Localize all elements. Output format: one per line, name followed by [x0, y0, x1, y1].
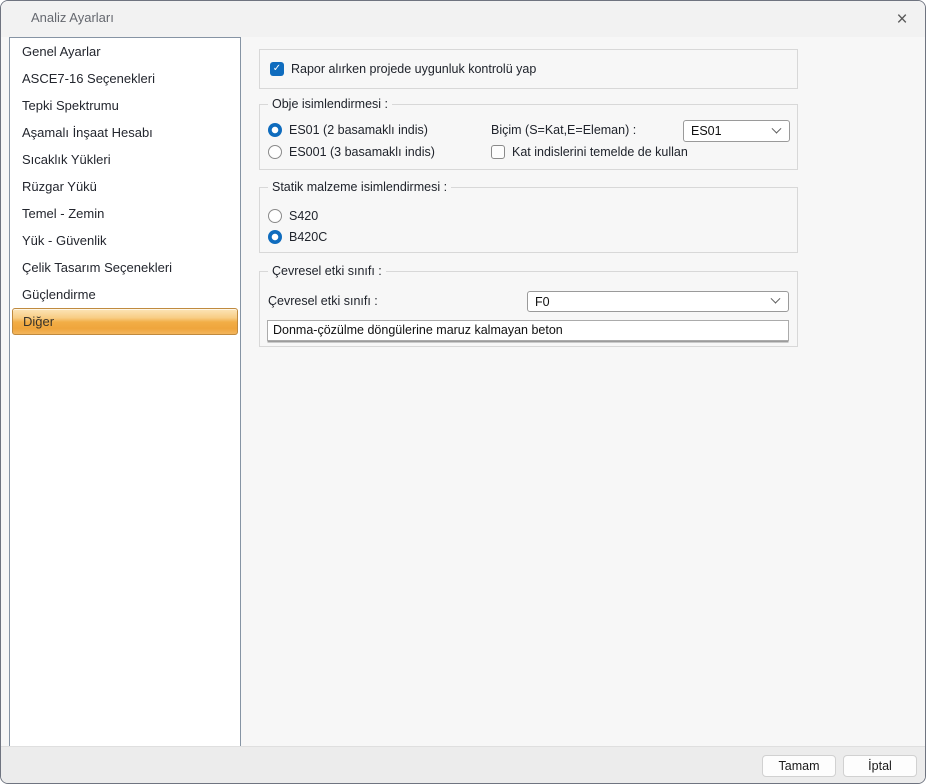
sidebar-item-asamali-insaat-hesabi[interactable]: Aşamalı İnşaat Hesabı — [10, 119, 240, 146]
cancel-button[interactable]: İptal — [843, 755, 917, 777]
sidebar-item-ruzgar-yuku[interactable]: Rüzgar Yükü — [10, 173, 240, 200]
foundation-check-row[interactable]: Kat indislerini temelde de kullan — [491, 145, 688, 159]
sidebar-item-asce716-secenekleri[interactable]: ASCE7-16 Seçenekleri — [10, 65, 240, 92]
material-naming-legend: Statik malzeme isimlendirmesi : — [268, 180, 451, 194]
environment-class-combobox[interactable]: F0 — [527, 291, 789, 312]
checkbox-checked-icon[interactable]: ✓ — [270, 62, 284, 76]
report-check-label: Rapor alırken projede uygunluk kontrolü … — [291, 62, 536, 76]
environment-class-label: Çevresel etki sınıfı : — [268, 294, 378, 308]
foundation-check-label: Kat indislerini temelde de kullan — [512, 145, 688, 159]
object-naming-legend: Obje isimlendirmesi : — [268, 97, 392, 111]
radio-es001-row[interactable]: ES001 (3 basamaklı indis) — [268, 145, 435, 159]
format-label: Biçim (S=Kat,E=Eleman) : — [491, 123, 636, 137]
sidebar-item-sicaklik-yukleri[interactable]: Sıcaklık Yükleri — [10, 146, 240, 173]
sidebar-item-tepki-spektrumu[interactable]: Tepki Spektrumu — [10, 92, 240, 119]
report-check-row[interactable]: ✓ Rapor alırken projede uygunluk kontrol… — [270, 62, 536, 76]
report-check-group: ✓ Rapor alırken projede uygunluk kontrol… — [259, 49, 798, 89]
radio-es001-label: ES001 (3 basamaklı indis) — [289, 145, 435, 159]
dialog-title: Analiz Ayarları — [31, 10, 114, 25]
material-naming-group: Statik malzeme isimlendirmesi : S420 B42… — [259, 187, 798, 253]
sidebar-item-yuk-guvenlik[interactable]: Yük - Güvenlik — [10, 227, 240, 254]
sidebar-item-guclendirme[interactable]: Güçlendirme — [10, 281, 240, 308]
analysis-settings-dialog: Analiz Ayarları × Genel Ayarlar ASCE7-16… — [0, 0, 926, 784]
format-label-row: Biçim (S=Kat,E=Eleman) : — [491, 123, 636, 137]
chevron-down-icon — [772, 123, 782, 133]
radio-selected-icon[interactable] — [268, 230, 282, 244]
sidebar-item-genel-ayarlar[interactable]: Genel Ayarlar — [10, 38, 240, 65]
radio-selected-icon[interactable] — [268, 123, 282, 137]
radio-es01-label: ES01 (2 basamaklı indis) — [289, 123, 428, 137]
environment-class-group: Çevresel etki sınıfı : Çevresel etki sın… — [259, 271, 798, 347]
chevron-down-icon — [771, 294, 781, 304]
radio-s420-label: S420 — [289, 209, 318, 223]
sidebar-item-diger[interactable]: Diğer — [12, 308, 238, 335]
ok-button[interactable]: Tamam — [762, 755, 836, 777]
checkbox-unchecked-icon[interactable] — [491, 145, 505, 159]
dialog-footer: Tamam İptal — [1, 746, 925, 783]
sidebar-item-temel-zemin[interactable]: Temel - Zemin — [10, 200, 240, 227]
environment-class-description-field[interactable]: Donma-çözülme döngülerine maruz kalmayan… — [267, 320, 789, 341]
format-combobox-value: ES01 — [691, 124, 722, 138]
object-naming-group: Obje isimlendirmesi : ES01 (2 basamaklı … — [259, 104, 798, 170]
radio-unselected-icon[interactable] — [268, 145, 282, 159]
radio-s420-row[interactable]: S420 — [268, 209, 318, 223]
radio-b420c-label: B420C — [289, 230, 327, 244]
environment-class-combobox-value: F0 — [535, 295, 550, 309]
radio-b420c-row[interactable]: B420C — [268, 230, 327, 244]
titlebar: Analiz Ayarları × — [1, 1, 925, 37]
radio-unselected-icon[interactable] — [268, 209, 282, 223]
format-combobox[interactable]: ES01 — [683, 120, 790, 142]
settings-category-list: Genel Ayarlar ASCE7-16 Seçenekleri Tepki… — [9, 37, 241, 747]
close-icon[interactable]: × — [888, 6, 916, 32]
environment-class-legend: Çevresel etki sınıfı : — [268, 264, 386, 278]
sidebar-item-celik-tasarim-secenekleri[interactable]: Çelik Tasarım Seçenekleri — [10, 254, 240, 281]
radio-es01-row[interactable]: ES01 (2 basamaklı indis) — [268, 123, 428, 137]
environment-class-label-row: Çevresel etki sınıfı : — [268, 294, 378, 308]
